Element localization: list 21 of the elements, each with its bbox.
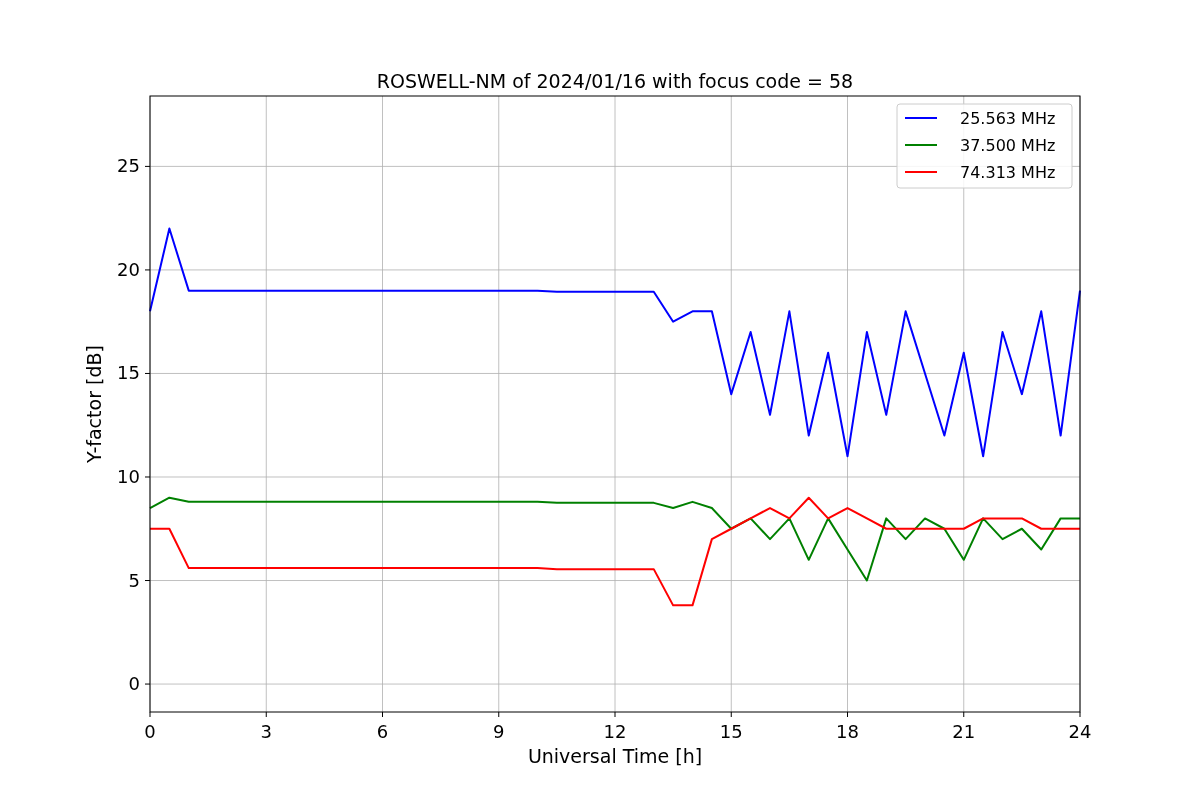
x-tick-label: 3: [260, 721, 272, 742]
x-tick-label: 0: [144, 721, 156, 742]
chart-title: ROSWELL-NM of 2024/01/16 with focus code = 58: [376, 70, 854, 92]
x-tick-label: 24: [1068, 721, 1092, 742]
y-tick-label: 15: [117, 362, 140, 384]
legend-label: 74.313 MHz: [960, 163, 1056, 182]
x-axis-label: Universal Time [h]: [527, 745, 703, 767]
y-tick-label: 5: [128, 569, 140, 591]
x-tick-label: 6: [376, 721, 389, 742]
y-tick-label: 25: [117, 155, 140, 177]
x-tick-label: 12: [603, 721, 627, 742]
x-tick-label: 18: [836, 721, 859, 742]
x-tick-label: 9: [493, 721, 505, 742]
legend-label: 25.563 MHz: [960, 109, 1056, 128]
x-tick-label: 21: [952, 721, 976, 742]
legend-label: 37.500 MHz: [960, 136, 1056, 155]
y-tick-label: 10: [117, 466, 140, 487]
x-tick-label: 15: [719, 721, 743, 742]
y-tick-label: 0: [128, 673, 140, 695]
y-tick-label: 20: [117, 258, 140, 280]
y-axis-label: Y-factor [dB]: [83, 345, 105, 463]
